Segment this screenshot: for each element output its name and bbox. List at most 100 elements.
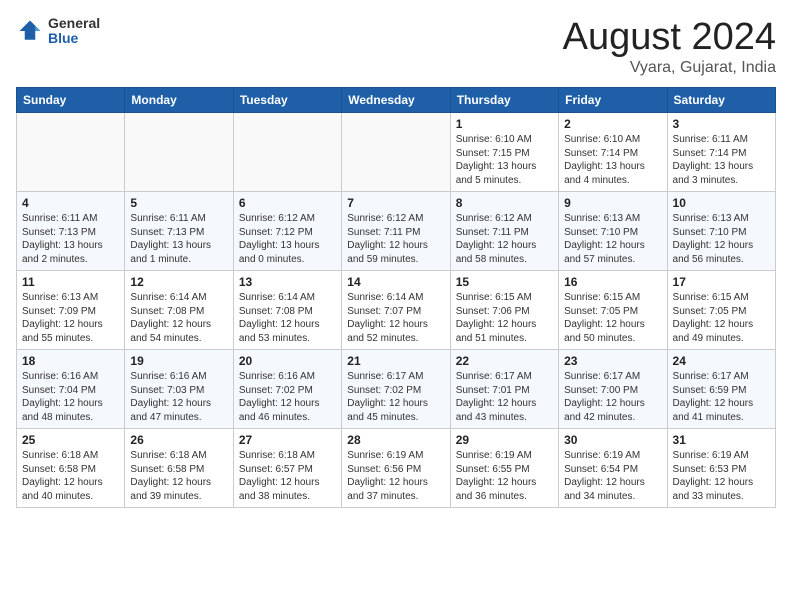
day-cell: 25Sunrise: 6:18 AM Sunset: 6:58 PM Dayli… — [17, 429, 125, 508]
day-cell: 31 Sunrise: 6:19 AM Sunset: 6:53 PM Dayli… — [667, 429, 775, 508]
day-info: Sunrise: 6:18 AM Sunset: 6:58 PM Dayligh… — [130, 449, 227, 503]
day-cell: 27 Sunrise: 6:18 AM Sunset: 6:57 PM Dayli… — [233, 429, 341, 508]
day-number: 20 — [239, 354, 336, 368]
day-number: 9 — [564, 196, 661, 210]
day-info: Sunrise: 6:16 AM Sunset: 7:03 PM Dayligh… — [130, 370, 227, 424]
day-cell: 16 Sunrise: 6:15 AM Sunset: 7:05 PM Dayli… — [559, 271, 667, 350]
day-number: 3 — [673, 117, 770, 131]
day-info: Sunrise: 6:14 AM Sunset: 7:08 PM Dayligh… — [130, 291, 227, 345]
day-number: 1 — [456, 117, 553, 131]
day-info: Sunrise: 6:13 AM Sunset: 7:10 PM Dayligh… — [564, 212, 661, 266]
day-info: Sunrise: 6:19 AM Sunset: 6:56 PM Dayligh… — [347, 449, 444, 503]
day-number: 28 — [347, 433, 444, 447]
week-row-4: 18 Sunrise: 6:16 AM Sunset: 7:04 PM Dayli… — [17, 350, 776, 429]
day-number: 2 — [564, 117, 661, 131]
day-info: Sunrise: 6:16 AM Sunset: 7:04 PM Dayligh… — [22, 370, 119, 424]
day-cell: 28 Sunrise: 6:19 AM Sunset: 6:56 PM Dayli… — [342, 429, 450, 508]
calendar-location: Vyara, Gujarat, India — [563, 59, 776, 77]
day-info: Sunrise: 6:14 AM Sunset: 7:08 PM Dayligh… — [239, 291, 336, 345]
day-info: Sunrise: 6:14 AM Sunset: 7:07 PM Dayligh… — [347, 291, 444, 345]
day-info: Sunrise: 6:18 AM Sunset: 6:57 PM Dayligh… — [239, 449, 336, 503]
day-info: Sunrise: 6:19 AM Sunset: 6:54 PM Dayligh… — [564, 449, 661, 503]
day-cell — [342, 113, 450, 192]
day-cell: 15 Sunrise: 6:15 AM Sunset: 7:06 PM Dayli… — [450, 271, 558, 350]
day-cell: 30Sunrise: 6:19 AM Sunset: 6:54 PM Dayli… — [559, 429, 667, 508]
day-number: 14 — [347, 275, 444, 289]
day-number: 19 — [130, 354, 227, 368]
day-cell — [233, 113, 341, 192]
day-number: 21 — [347, 354, 444, 368]
weekday-header-wednesday: Wednesday — [342, 88, 450, 113]
day-info: Sunrise: 6:12 AM Sunset: 7:11 PM Dayligh… — [347, 212, 444, 266]
day-number: 6 — [239, 196, 336, 210]
day-info: Sunrise: 6:16 AM Sunset: 7:02 PM Dayligh… — [239, 370, 336, 424]
day-cell — [125, 113, 233, 192]
weekday-header-thursday: Thursday — [450, 88, 558, 113]
day-cell: 3 Sunrise: 6:11 AM Sunset: 7:14 PM Daylig… — [667, 113, 775, 192]
day-number: 13 — [239, 275, 336, 289]
day-info: Sunrise: 6:15 AM Sunset: 7:05 PM Dayligh… — [564, 291, 661, 345]
day-info: Sunrise: 6:19 AM Sunset: 6:53 PM Dayligh… — [673, 449, 770, 503]
day-cell: 5 Sunrise: 6:11 AM Sunset: 7:13 PM Daylig… — [125, 192, 233, 271]
day-cell: 11 Sunrise: 6:13 AM Sunset: 7:09 PM Dayli… — [17, 271, 125, 350]
day-number: 10 — [673, 196, 770, 210]
day-cell: 21 Sunrise: 6:17 AM Sunset: 7:02 PM Dayli… — [342, 350, 450, 429]
day-cell: 1Sunrise: 6:10 AM Sunset: 7:15 PM Daylig… — [450, 113, 558, 192]
day-info: Sunrise: 6:13 AM Sunset: 7:09 PM Dayligh… — [22, 291, 119, 345]
day-info: Sunrise: 6:12 AM Sunset: 7:11 PM Dayligh… — [456, 212, 553, 266]
calendar-table: SundayMondayTuesdayWednesdayThursdayFrid… — [16, 87, 776, 508]
calendar-title: August 2024 — [563, 16, 776, 59]
day-info: Sunrise: 6:11 AM Sunset: 7:13 PM Dayligh… — [22, 212, 119, 266]
weekday-header-sunday: Sunday — [17, 88, 125, 113]
day-info: Sunrise: 6:17 AM Sunset: 6:59 PM Dayligh… — [673, 370, 770, 424]
day-cell: 29 Sunrise: 6:19 AM Sunset: 6:55 PM Dayli… — [450, 429, 558, 508]
week-row-2: 4 Sunrise: 6:11 AM Sunset: 7:13 PM Daylig… — [17, 192, 776, 271]
day-cell — [17, 113, 125, 192]
day-cell: 8 Sunrise: 6:12 AM Sunset: 7:11 PM Daylig… — [450, 192, 558, 271]
day-cell: 18 Sunrise: 6:16 AM Sunset: 7:04 PM Dayli… — [17, 350, 125, 429]
day-info: Sunrise: 6:10 AM Sunset: 7:14 PM Dayligh… — [564, 133, 661, 187]
day-number: 11 — [22, 275, 119, 289]
day-cell: 17Sunrise: 6:15 AM Sunset: 7:05 PM Dayli… — [667, 271, 775, 350]
day-info: Sunrise: 6:11 AM Sunset: 7:13 PM Dayligh… — [130, 212, 227, 266]
day-cell: 7 Sunrise: 6:12 AM Sunset: 7:11 PM Daylig… — [342, 192, 450, 271]
logo-icon — [16, 17, 44, 45]
day-number: 25 — [22, 433, 119, 447]
page-header: General Blue August 2024 Vyara, Gujarat,… — [16, 16, 776, 77]
day-number: 5 — [130, 196, 227, 210]
day-number: 24 — [673, 354, 770, 368]
day-number: 15 — [456, 275, 553, 289]
day-info: Sunrise: 6:17 AM Sunset: 7:00 PM Dayligh… — [564, 370, 661, 424]
day-number: 16 — [564, 275, 661, 289]
day-cell: 12 Sunrise: 6:14 AM Sunset: 7:08 PM Dayli… — [125, 271, 233, 350]
day-info: Sunrise: 6:12 AM Sunset: 7:12 PM Dayligh… — [239, 212, 336, 266]
day-number: 8 — [456, 196, 553, 210]
day-cell: 20 Sunrise: 6:16 AM Sunset: 7:02 PM Dayli… — [233, 350, 341, 429]
day-number: 29 — [456, 433, 553, 447]
day-number: 31 — [673, 433, 770, 447]
day-info: Sunrise: 6:17 AM Sunset: 7:02 PM Dayligh… — [347, 370, 444, 424]
logo-blue-text: Blue — [48, 31, 100, 46]
day-number: 4 — [22, 196, 119, 210]
day-cell: 14 Sunrise: 6:14 AM Sunset: 7:07 PM Dayli… — [342, 271, 450, 350]
week-row-3: 11 Sunrise: 6:13 AM Sunset: 7:09 PM Dayli… — [17, 271, 776, 350]
day-cell: 19 Sunrise: 6:16 AM Sunset: 7:03 PM Dayli… — [125, 350, 233, 429]
day-cell: 4 Sunrise: 6:11 AM Sunset: 7:13 PM Daylig… — [17, 192, 125, 271]
day-number: 12 — [130, 275, 227, 289]
day-number: 27 — [239, 433, 336, 447]
day-cell: 6 Sunrise: 6:12 AM Sunset: 7:12 PM Daylig… — [233, 192, 341, 271]
day-number: 7 — [347, 196, 444, 210]
day-number: 18 — [22, 354, 119, 368]
day-number: 22 — [456, 354, 553, 368]
weekday-header-row: SundayMondayTuesdayWednesdayThursdayFrid… — [17, 88, 776, 113]
day-info: Sunrise: 6:15 AM Sunset: 7:06 PM Dayligh… — [456, 291, 553, 345]
day-cell: 9 Sunrise: 6:13 AM Sunset: 7:10 PM Daylig… — [559, 192, 667, 271]
week-row-5: 25 Sunrise: 6:18 AM Sunset: 6:58 PM Dayli… — [17, 429, 776, 508]
weekday-header-tuesday: Tuesday — [233, 88, 341, 113]
day-cell: 13 Sunrise: 6:14 AM Sunset: 7:08 PM Dayli… — [233, 271, 341, 350]
week-row-1: 1Sunrise: 6:10 AM Sunset: 7:15 PM Daylig… — [17, 113, 776, 192]
day-info: Sunrise: 6:11 AM Sunset: 7:14 PM Dayligh… — [673, 133, 770, 187]
weekday-header-saturday: Saturday — [667, 88, 775, 113]
day-info: Sunrise: 6:19 AM Sunset: 6:55 PM Dayligh… — [456, 449, 553, 503]
day-info: Sunrise: 6:13 AM Sunset: 7:10 PM Dayligh… — [673, 212, 770, 266]
